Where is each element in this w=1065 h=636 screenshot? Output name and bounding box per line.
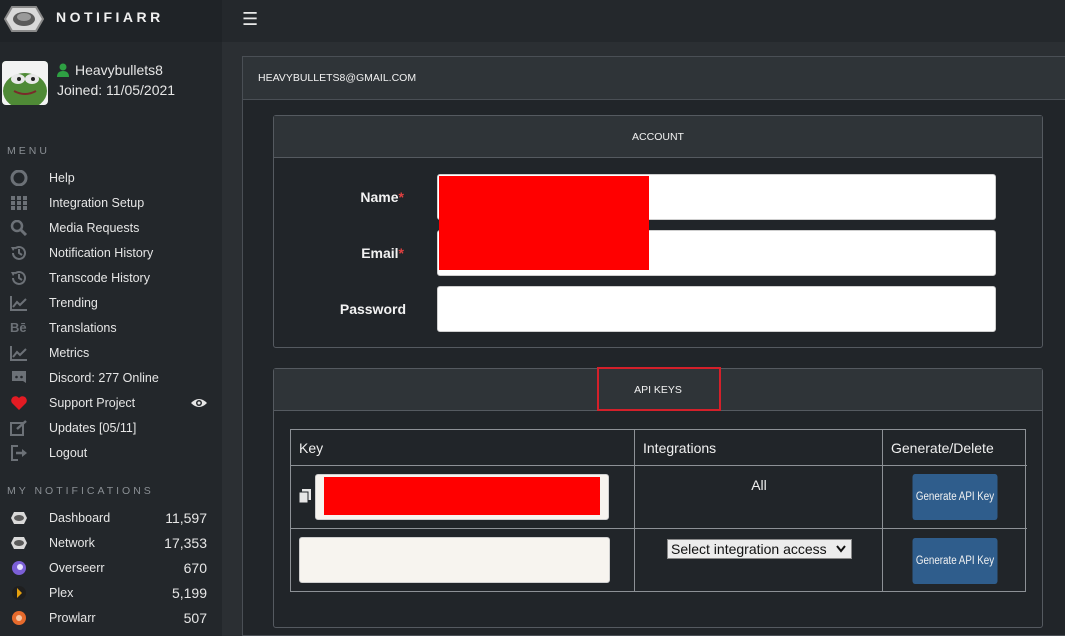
profile-card: HEAVYBULLETS8@GMAIL.COM ACCOUNT Name* Em… xyxy=(242,56,1065,636)
generate-api-key-button[interactable]: Generate API Key xyxy=(912,538,998,584)
column-header-key: Key xyxy=(291,430,635,466)
api-key-field[interactable] xyxy=(315,474,609,520)
notification-item-network[interactable]: Network 17,353 xyxy=(0,531,222,556)
history-icon xyxy=(11,270,26,285)
search-icon xyxy=(10,220,28,236)
plex-icon xyxy=(12,586,26,600)
account-title: ACCOUNT xyxy=(632,131,684,143)
integrations-cell: All xyxy=(635,466,883,529)
account-email-heading: HEAVYBULLETS8@GMAIL.COM xyxy=(258,72,417,84)
notifiarr-logo-icon xyxy=(4,6,44,32)
notification-count: 670 xyxy=(183,560,207,576)
copy-icon[interactable] xyxy=(299,489,311,503)
menu-item-support-project[interactable]: Support Project xyxy=(0,391,222,416)
menu-item-discord[interactable]: Discord: 277 Online xyxy=(0,366,222,391)
generate-cell: Generate API Key xyxy=(883,466,1027,529)
redaction-block xyxy=(439,176,649,270)
menu-item-media-requests[interactable]: Media Requests xyxy=(0,216,222,241)
logout-icon xyxy=(11,445,27,461)
integrations-cell: Select integration access xyxy=(635,529,883,592)
discord-icon xyxy=(12,371,26,383)
avatar[interactable] xyxy=(2,61,48,105)
username[interactable]: Heavybullets8 xyxy=(75,62,163,78)
lifebuoy-icon xyxy=(10,170,28,186)
menu-item-updates[interactable]: Updates [05/11] xyxy=(0,416,222,441)
menu-item-translations[interactable]: Bē Translations xyxy=(0,316,222,341)
integration-access-select[interactable]: Select integration access xyxy=(667,539,852,559)
table-row xyxy=(291,529,635,592)
prowlarr-icon xyxy=(12,611,26,625)
account-panel-header: ACCOUNT xyxy=(274,116,1042,158)
heart-icon xyxy=(11,396,27,410)
notification-item-overseerr[interactable]: Overseerr 670 xyxy=(0,556,222,581)
user-online-icon xyxy=(57,63,69,77)
trending-icon xyxy=(10,296,27,311)
password-field[interactable] xyxy=(437,286,996,332)
generate-api-key-button[interactable]: Generate API Key xyxy=(912,474,998,520)
notifiarr-icon xyxy=(11,537,27,549)
column-header-integrations: Integrations xyxy=(635,430,883,466)
notifications-section-label: MY NOTIFICATIONS xyxy=(7,485,154,497)
grid-icon xyxy=(11,196,27,210)
password-label: Password xyxy=(339,301,406,317)
brand-name: NOTIFIARR xyxy=(56,9,164,25)
sidebar: Heavybullets8 Joined: 11/05/2021 MENU He… xyxy=(0,42,222,636)
column-header-generate-delete: Generate/Delete xyxy=(883,430,1027,466)
brand[interactable]: NOTIFIARR xyxy=(0,0,222,42)
menu-item-logout[interactable]: Logout xyxy=(0,441,222,466)
edit-icon xyxy=(10,420,27,436)
menu-item-help[interactable]: Help xyxy=(0,166,222,191)
menu-item-integration-setup[interactable]: Integration Setup xyxy=(0,191,222,216)
notification-item-dashboard[interactable]: Dashboard 11,597 xyxy=(0,506,222,531)
notification-count: 507 xyxy=(183,610,207,626)
overseerr-icon xyxy=(12,561,26,575)
notification-count: 5,199 xyxy=(171,585,207,601)
joined-date: Joined: 11/05/2021 xyxy=(57,82,176,98)
chevron-down-icon xyxy=(836,545,846,553)
user-panel: Heavybullets8 Joined: 11/05/2021 xyxy=(0,56,222,116)
notification-item-plex[interactable]: Plex 5,199 xyxy=(0,581,222,606)
notifiarr-icon xyxy=(11,512,27,524)
notification-count: 11,597 xyxy=(165,510,207,526)
menu-item-trending[interactable]: Trending xyxy=(0,291,222,316)
pepe-avatar-icon xyxy=(2,61,48,105)
eye-icon[interactable] xyxy=(191,397,207,409)
menu-item-notification-history[interactable]: Notification History xyxy=(0,241,222,266)
api-keys-highlight-box xyxy=(597,367,721,411)
menu-item-metrics[interactable]: Metrics xyxy=(0,341,222,366)
top-bar: NOTIFIARR ☰ xyxy=(0,0,1065,42)
redaction-block xyxy=(324,477,600,515)
menu-item-transcode-history[interactable]: Transcode History xyxy=(0,266,222,291)
api-key-field[interactable] xyxy=(299,537,610,583)
notification-item-prowlarr[interactable]: Prowlarr 507 xyxy=(0,606,222,631)
integrations-value: All xyxy=(751,477,767,493)
account-panel: ACCOUNT Name* Email* Password xyxy=(273,115,1043,348)
generate-cell: Generate API Key xyxy=(883,529,1027,592)
menu-section-label: MENU xyxy=(7,145,50,157)
history-icon xyxy=(11,245,26,260)
email-label: Email* xyxy=(361,245,404,261)
behance-icon: Bē xyxy=(10,320,27,335)
api-keys-panel: API KEYS Key Integrations Generate/Delet… xyxy=(273,367,1043,628)
chart-icon xyxy=(10,346,27,361)
profile-card-header: HEAVYBULLETS8@GMAIL.COM xyxy=(243,57,1065,100)
api-keys-table: Key Integrations Generate/Delete All Gen… xyxy=(290,429,1027,592)
notification-count: 17,353 xyxy=(164,535,207,551)
hamburger-menu-icon[interactable]: ☰ xyxy=(242,10,258,28)
name-label: Name* xyxy=(360,189,404,205)
table-row xyxy=(291,466,635,529)
